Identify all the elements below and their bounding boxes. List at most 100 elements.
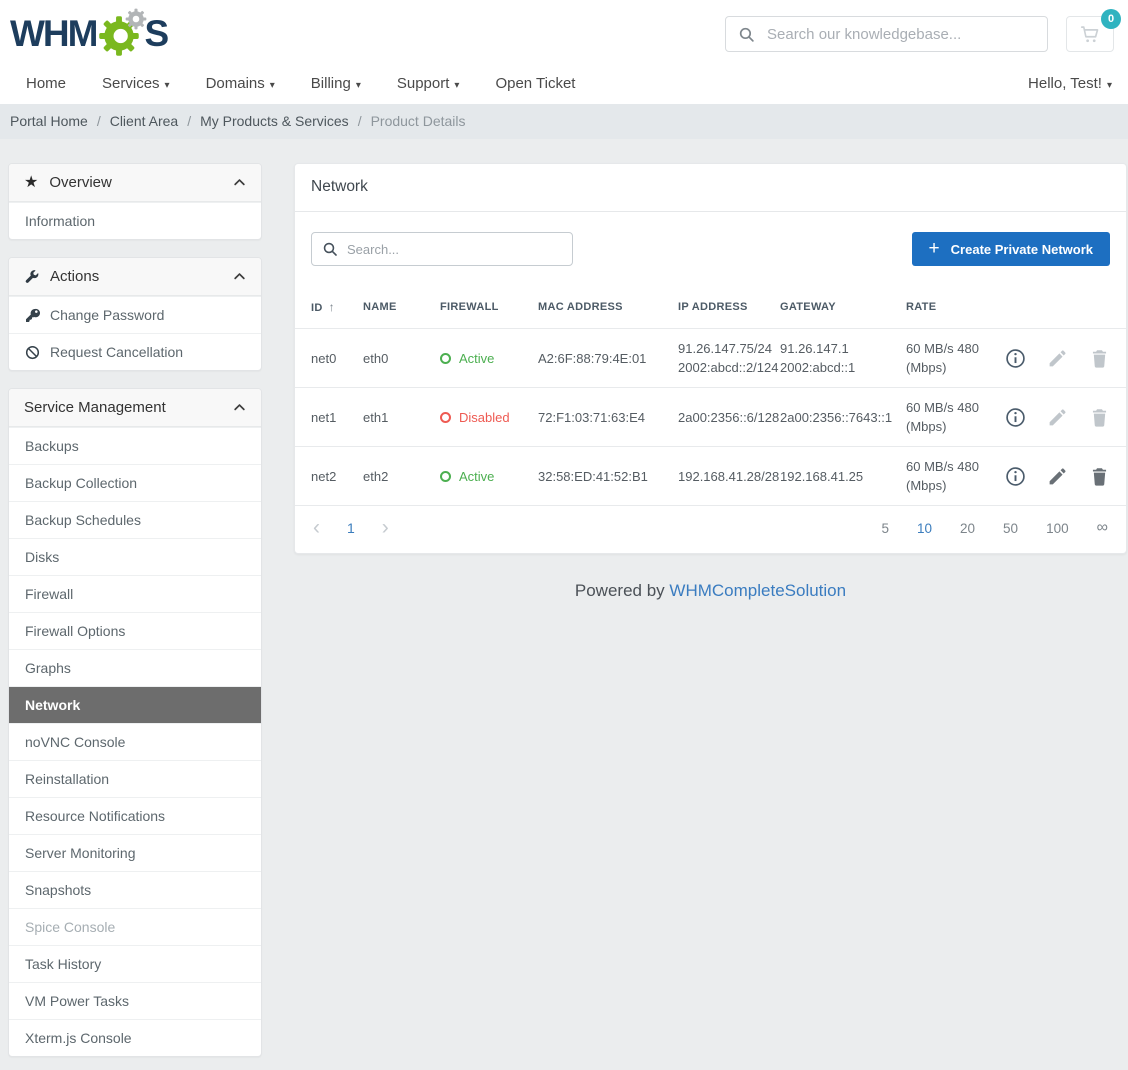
nav-item-billing[interactable]: Billing▾ [311,75,361,92]
chevron-up-icon [233,401,246,414]
delete-button[interactable] [1089,348,1110,369]
knowledgebase-search [725,16,1048,52]
sidebar-item-disks[interactable]: Disks [9,538,261,575]
cart-count-badge: 0 [1101,9,1121,29]
actions-panel: Actions Change Password Request Cancella… [8,257,262,371]
cell-ip: 91.26.147.75/242002:abcd::2/124 [678,339,780,377]
sidebar-item-backup-schedules[interactable]: Backup Schedules [9,501,261,538]
knowledgebase-search-input[interactable] [767,26,1035,43]
sidebar-item-snapshots[interactable]: Snapshots [9,871,261,908]
firewall-status: Active [440,349,538,368]
nav-item-home[interactable]: Home [26,75,66,92]
create-private-network-button[interactable]: + Create Private Network [912,232,1110,266]
info-button[interactable] [1005,348,1026,369]
page-title: Network [295,164,1126,212]
chevron-up-icon [233,176,246,189]
sidebar-item-vm-power-tasks[interactable]: VM Power Tasks [9,982,261,1019]
status-ring-icon [440,353,451,364]
sidebar-item-backups[interactable]: Backups [9,427,261,464]
edit-button[interactable] [1047,407,1068,428]
sidebar-item-spice-console[interactable]: Spice Console [9,908,261,945]
column-header-id[interactable]: ID↑ [311,300,363,314]
user-menu[interactable]: Hello, Test!▾ [1028,75,1112,92]
breadcrumb-separator: / [358,113,362,129]
sidebar-item-task-history[interactable]: Task History [9,945,261,982]
column-header-rate[interactable]: RATE [906,301,1005,313]
firewall-status: Active [440,467,538,486]
whmcompletesolution-link[interactable]: WHMCompleteSolution [669,581,846,600]
logo-gears [97,11,143,57]
info-button[interactable] [1005,466,1026,487]
cart-button[interactable]: 0 [1066,16,1114,52]
sidebar-item-change-password[interactable]: Change Password [9,296,261,333]
page-size-50[interactable]: 50 [1003,521,1018,536]
service-management-panel-header[interactable]: Service Management [9,389,261,427]
sort-ascending-icon: ↑ [329,300,335,314]
sidebar-item-reinstallation[interactable]: Reinstallation [9,760,261,797]
panel-title: Service Management [24,399,222,416]
whmcs-logo[interactable]: WHM [10,11,167,57]
overview-panel-header[interactable]: ★ Overview [9,164,261,202]
table-search-input[interactable] [347,242,562,257]
table-search [311,232,573,266]
nav-item-support[interactable]: Support▾ [397,75,460,92]
column-header-gateway[interactable]: GATEWAY [780,301,906,313]
gear-icon-small [125,8,147,30]
page-size-10[interactable]: 10 [917,521,932,536]
powered-by-text: Powered by [575,581,665,600]
actions-panel-header[interactable]: Actions [9,258,261,296]
column-header-name[interactable]: NAME [363,301,440,313]
edit-button[interactable] [1047,348,1068,369]
sidebar-item-resource-notifications[interactable]: Resource Notifications [9,797,261,834]
breadcrumb-client-area[interactable]: Client Area [110,113,178,129]
panel-title: Overview [49,174,222,191]
status-label: Disabled [459,408,510,427]
cell-ip: 2a00:2356::6/128 [678,408,780,427]
cell-rate: 60 MB/s 480 (Mbps) [906,339,1005,377]
caret-down-icon: ▾ [454,80,459,91]
column-header-mac-address[interactable]: MAC ADDRESS [538,301,678,313]
page-size-100[interactable]: 100 [1046,521,1069,536]
breadcrumb-my-products[interactable]: My Products & Services [200,113,349,129]
info-button[interactable] [1005,407,1026,428]
breadcrumb-portal-home[interactable]: Portal Home [10,113,88,129]
breadcrumb-separator: / [97,113,101,129]
column-header-ip-address[interactable]: IP ADDRESS [678,301,780,313]
table-row: net2 eth2 Active 32:58:ED:41:52:B1 192.1… [295,447,1126,506]
breadcrumb: Portal Home / Client Area / My Products … [0,104,1128,139]
table-row: net0 eth0 Active A2:6F:88:79:4E:01 91.26… [295,329,1126,388]
next-page-button[interactable]: › [382,520,389,536]
star-icon: ★ [24,175,38,191]
cell-id: net1 [311,408,363,427]
cell-gateway: 192.168.41.25 [780,467,906,486]
firewall-status: Disabled [440,408,538,427]
previous-page-button[interactable]: ‹ [313,520,320,536]
page-size-5[interactable]: 5 [881,521,889,536]
page-number[interactable]: 1 [347,520,355,536]
table-row: net1 eth1 Disabled 72:F1:03:71:63:E4 2a0… [295,388,1126,447]
sidebar-item-firewall-options[interactable]: Firewall Options [9,612,261,649]
edit-button[interactable] [1047,466,1068,487]
sidebar-item-server-monitoring[interactable]: Server Monitoring [9,834,261,871]
nav-item-services[interactable]: Services▾ [102,75,170,92]
cell-mac: A2:6F:88:79:4E:01 [538,349,678,368]
sidebar-item-firewall[interactable]: Firewall [9,575,261,612]
cell-mac: 72:F1:03:71:63:E4 [538,408,678,427]
delete-button[interactable] [1089,407,1110,428]
column-header-firewall[interactable]: FIREWALL [440,301,538,313]
cell-rate: 60 MB/s 480 (Mbps) [906,457,1005,495]
delete-button[interactable] [1089,466,1110,487]
sidebar-item-novnc-console[interactable]: noVNC Console [9,723,261,760]
cell-id: net0 [311,349,363,368]
sidebar-item-graphs[interactable]: Graphs [9,649,261,686]
page-size-unlimited[interactable]: ∞ [1097,519,1108,537]
sidebar-item-network[interactable]: Network [9,686,261,723]
nav-item-open-ticket[interactable]: Open Ticket [495,75,575,92]
status-ring-icon [440,412,451,423]
sidebar-item-xterm-console[interactable]: Xterm.js Console [9,1019,261,1056]
sidebar-item-backup-collection[interactable]: Backup Collection [9,464,261,501]
sidebar-item-request-cancellation[interactable]: Request Cancellation [9,333,261,370]
nav-item-domains[interactable]: Domains▾ [206,75,275,92]
page-size-20[interactable]: 20 [960,521,975,536]
sidebar-item-information[interactable]: Information [9,202,261,239]
